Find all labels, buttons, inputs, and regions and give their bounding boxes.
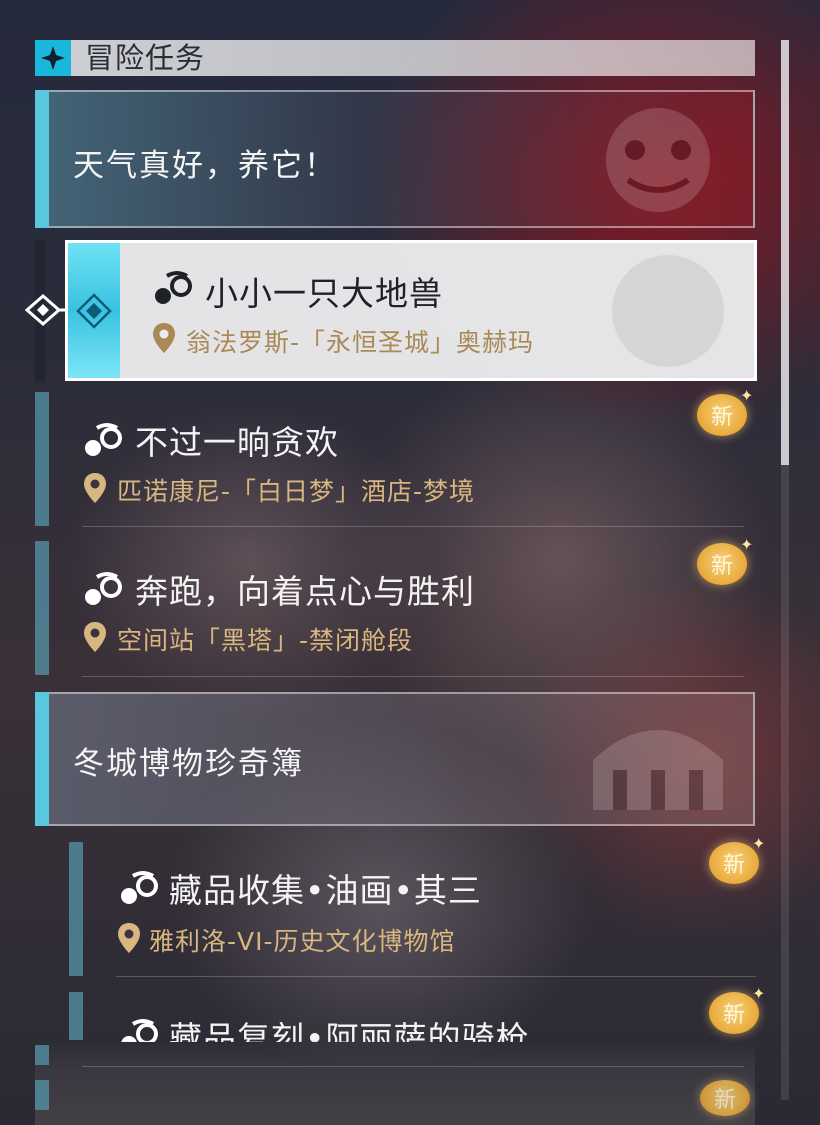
new-badge: 新 bbox=[700, 1080, 750, 1116]
quest-item[interactable]: 奔跑，向着点心与胜利 空间站「黑塔」-禁闭舱段 新 ✦ bbox=[35, 535, 755, 675]
character-watermark-icon bbox=[612, 255, 724, 367]
quest-item-selected[interactable]: 小小一只大地兽 翁法罗斯-「永恒圣城」奥赫玛 bbox=[65, 240, 757, 381]
quest-title: 小小一只大地兽 bbox=[205, 274, 443, 313]
character-emblem-icon bbox=[606, 108, 710, 212]
divider bbox=[116, 976, 756, 977]
adventure-quest-icon bbox=[121, 871, 158, 904]
selection-pointer-icon bbox=[25, 294, 65, 326]
group-title: 冬城博物珍奇簿 bbox=[73, 746, 304, 782]
diamond-icon bbox=[76, 292, 112, 329]
selected-indicator bbox=[68, 243, 120, 378]
scrollbar-thumb[interactable] bbox=[781, 40, 789, 465]
sparkle-icon: ✦ bbox=[740, 386, 754, 405]
quest-group-header[interactable]: 天气真好，养它！ bbox=[35, 90, 755, 228]
divider bbox=[82, 1066, 744, 1067]
quest-location: 雅利洛-VI-历史文化博物馆 bbox=[149, 927, 456, 956]
quest-item[interactable]: 不过一晌贪欢 匹诺康尼-「白日梦」酒店-梦境 新 ✦ bbox=[35, 386, 755, 526]
quest-accent-bar bbox=[35, 1080, 49, 1110]
quest-group-header[interactable]: 冬城博物珍奇簿 bbox=[35, 692, 755, 826]
sparkle-icon: ✦ bbox=[740, 535, 754, 554]
group-title: 天气真好，养它！ bbox=[73, 148, 337, 184]
group-accent-bar bbox=[35, 90, 49, 228]
museum-emblem-icon bbox=[593, 730, 723, 810]
quest-accent-bar bbox=[35, 1045, 49, 1065]
adventure-quest-icon bbox=[85, 572, 122, 605]
quest-location: 匹诺康尼-「白日梦」酒店-梦境 bbox=[117, 477, 476, 506]
sparkle-icon bbox=[35, 40, 71, 76]
adventure-quest-icon bbox=[85, 423, 122, 456]
section-header: 冒险任务 bbox=[35, 40, 755, 76]
adventure-quest-icon bbox=[155, 271, 192, 304]
list-bottom-fade bbox=[35, 1040, 755, 1125]
adventure-quest-icon bbox=[121, 1019, 158, 1042]
sparkle-icon: ✦ bbox=[752, 984, 766, 1003]
divider bbox=[82, 676, 744, 677]
quest-item[interactable]: 藏品收集•油画•其三 雅利洛-VI-历史文化博物馆 新 ✦ bbox=[69, 834, 765, 976]
quest-title: 藏品复刻•阿丽萨的骑枪 bbox=[169, 1019, 530, 1042]
quest-title: 奔跑，向着点心与胜利 bbox=[135, 572, 475, 611]
quest-item[interactable]: 藏品复刻•阿丽萨的骑枪 bbox=[69, 992, 755, 1042]
location-pin-icon bbox=[118, 923, 140, 953]
sparkle-icon: ✦ bbox=[752, 834, 766, 853]
divider bbox=[82, 526, 744, 527]
quest-title: 藏品收集•油画•其三 bbox=[169, 871, 482, 910]
location-pin-icon bbox=[84, 473, 106, 503]
location-pin-icon bbox=[153, 323, 175, 353]
quest-location: 空间站「黑塔」-禁闭舱段 bbox=[117, 626, 414, 655]
quest-location: 翁法罗斯-「永恒圣城」奥赫玛 bbox=[186, 328, 535, 357]
group-accent-bar bbox=[35, 692, 49, 826]
quest-title: 不过一晌贪欢 bbox=[135, 423, 339, 462]
location-pin-icon bbox=[84, 622, 106, 652]
section-title: 冒险任务 bbox=[85, 41, 206, 75]
